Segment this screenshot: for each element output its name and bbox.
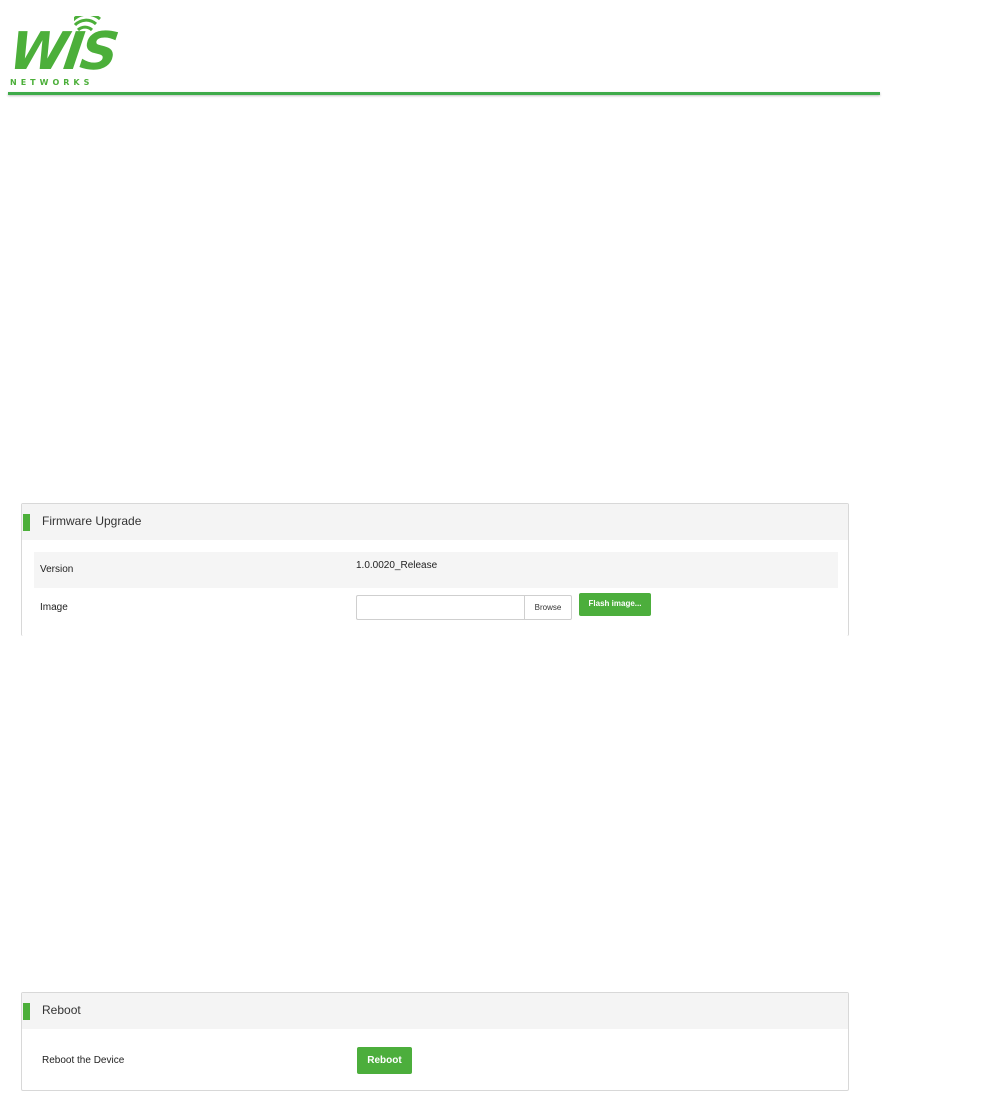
panel-header: Reboot: [22, 993, 848, 1029]
flash-image-button[interactable]: Flash image...: [579, 593, 651, 616]
panel-accent-bar: [23, 514, 30, 531]
logo-subtitle: NETWORKS: [10, 78, 94, 87]
panel-title: Firmware Upgrade: [42, 514, 142, 528]
wis-networks-logo: WIS NETWORKS: [6, 12, 119, 88]
panel-title: Reboot: [42, 1003, 81, 1017]
image-row: Image Browse Flash image...: [34, 590, 838, 626]
header-divider: [8, 92, 880, 95]
wifi-signal-icon: [74, 16, 101, 32]
firmware-upgrade-panel: Firmware Upgrade Version 1.0.0020_Releas…: [21, 503, 849, 636]
version-value: 1.0.0020_Release: [356, 560, 438, 571]
panel-header: Firmware Upgrade: [22, 504, 848, 540]
version-label: Version: [40, 564, 74, 575]
reboot-button[interactable]: Reboot: [357, 1047, 412, 1074]
image-label: Image: [40, 602, 68, 613]
reboot-panel: Reboot Reboot the Device Reboot: [21, 992, 849, 1091]
browse-button[interactable]: Browse: [524, 595, 572, 620]
reboot-device-label: Reboot the Device: [42, 1055, 125, 1066]
panel-accent-bar: [23, 1003, 30, 1020]
version-row: Version 1.0.0020_Release: [34, 552, 838, 588]
image-file-input[interactable]: [356, 595, 524, 620]
